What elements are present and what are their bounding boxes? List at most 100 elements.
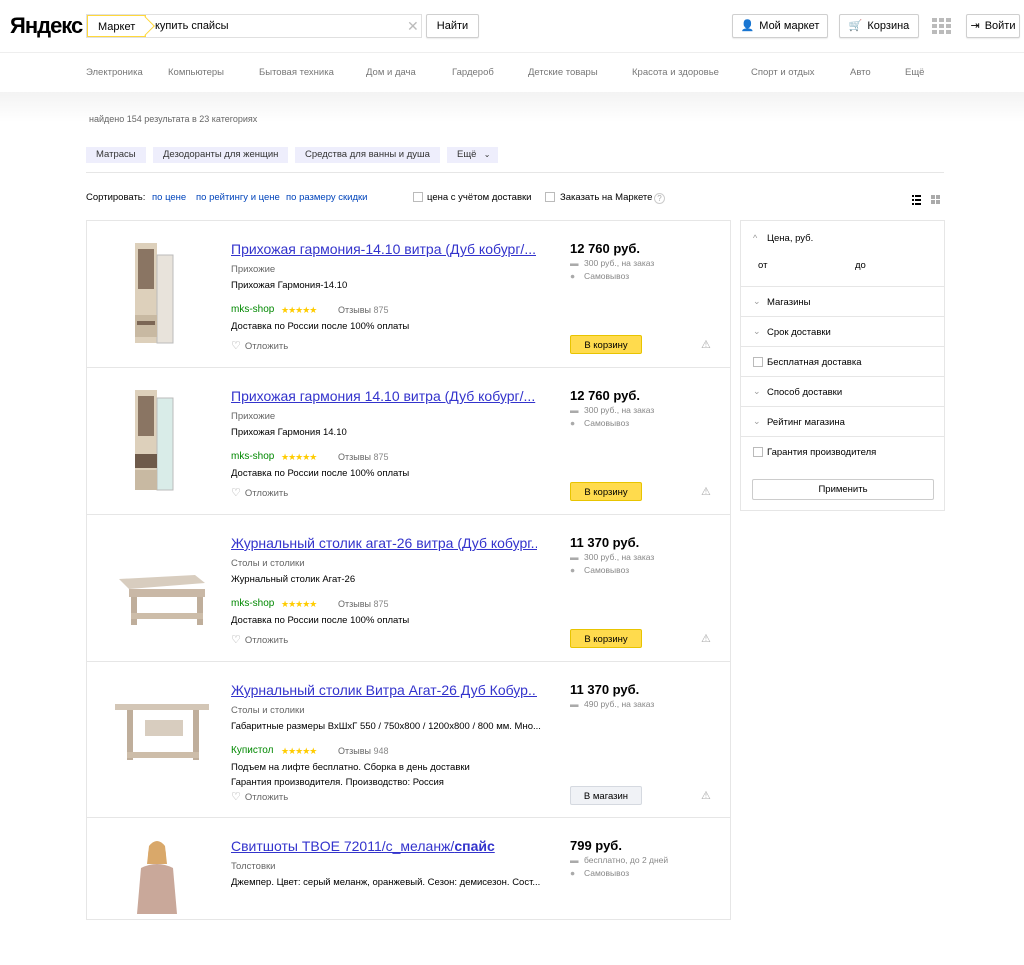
services-grid-icon[interactable] xyxy=(932,18,952,34)
pickup-text: Самовывоз xyxy=(584,565,630,575)
product-price: 11 370 руб. xyxy=(570,682,640,697)
product-image[interactable] xyxy=(105,384,215,500)
product-category: Столы и столики xyxy=(231,705,305,716)
nav-item[interactable]: Детские товары xyxy=(528,67,598,78)
delivery-method-label: Способ доставки xyxy=(767,387,843,398)
shops-filter[interactable]: ⌄ Магазины xyxy=(741,287,944,317)
reviews-link[interactable]: Отзывы 875 xyxy=(338,599,389,609)
product-title-link[interactable]: Журнальный столик Витра Агат-26 Дуб Кобу… xyxy=(231,682,537,698)
pickup-text: Самовывоз xyxy=(584,868,630,878)
heart-icon: ♡ xyxy=(231,791,241,803)
sort-by-discount[interactable]: по размеру скидки xyxy=(286,192,367,203)
shop-link[interactable]: mks-shop xyxy=(231,598,274,609)
go-to-shop-button[interactable]: В магазин xyxy=(570,786,642,805)
category-chip[interactable]: Средства для ванны и душа xyxy=(295,147,440,163)
order-on-market-checkbox[interactable] xyxy=(545,192,555,202)
clear-search-icon[interactable]: ✕ xyxy=(407,18,419,34)
shipping-cost-text: бесплатно, до 2 дней xyxy=(584,855,669,865)
shop-link[interactable]: Купистол xyxy=(231,745,273,756)
free-delivery-filter[interactable]: Бесплатная доставка xyxy=(741,347,944,377)
product-title-link[interactable]: Прихожая гармония-14.10 витра (Дуб кобур… xyxy=(231,241,537,257)
delivery-info: Доставка по России после 100% оплаты xyxy=(231,321,410,332)
product-image[interactable] xyxy=(105,531,215,647)
search-input[interactable]: купить спайсы xyxy=(155,15,229,37)
product-image[interactable] xyxy=(105,678,215,794)
category-nav: Электроника Компьютеры Бытовая техника Д… xyxy=(0,52,1024,92)
report-warning-icon[interactable]: ⚠ xyxy=(701,338,711,351)
warranty-filter[interactable]: Гарантия производителя xyxy=(741,437,944,467)
reviews-link[interactable]: Отзывы 948 xyxy=(338,746,389,756)
view-switch xyxy=(912,192,942,210)
with-delivery-checkbox[interactable] xyxy=(413,192,423,202)
find-button[interactable]: Найти xyxy=(426,14,479,38)
nav-item[interactable]: Компьютеры xyxy=(168,67,224,78)
nav-item[interactable]: Бытовая техника xyxy=(259,67,334,78)
shop-rating-filter[interactable]: ⌄ Рейтинг магазина xyxy=(741,407,944,437)
pickup-info: ● Самовывоз xyxy=(570,418,629,428)
my-market-button[interactable]: 👤 Мой маркет xyxy=(732,14,828,38)
nav-item[interactable]: Красота и здоровье xyxy=(632,67,719,78)
login-button[interactable]: ⇥ Войти xyxy=(966,14,1020,38)
category-chip[interactable]: Дезодоранты для женщин xyxy=(153,147,289,163)
sort-by-price[interactable]: по цене xyxy=(152,192,186,203)
product-price: 11 370 руб. xyxy=(570,535,640,550)
apply-filters-button[interactable]: Применить xyxy=(752,479,934,500)
postpone-button[interactable]: ♡ Отложить xyxy=(231,633,288,646)
report-warning-icon[interactable]: ⚠ xyxy=(701,485,711,498)
sort-by-rating[interactable]: по рейтингу и цене xyxy=(196,192,280,203)
cart-label: Корзина xyxy=(867,20,910,32)
search-box[interactable]: Маркет купить спайсы ✕ xyxy=(86,14,422,38)
product-title-link[interactable]: Прихожая гармония 14.10 витра (Дуб кобур… xyxy=(231,388,537,404)
nav-item[interactable]: Гардероб xyxy=(452,67,494,78)
add-to-cart-button[interactable]: В корзину xyxy=(570,335,642,354)
product-title-link[interactable]: Свитшоты TBOE 72011/с_меланж/спайс xyxy=(231,838,537,854)
product-title-text: Свитшоты TBOE 72011/с_меланж/ xyxy=(231,838,455,854)
cart-button[interactable]: 🛒 Корзина xyxy=(839,14,919,38)
help-icon[interactable]: ? xyxy=(654,193,665,204)
yandex-logo[interactable]: Яндекс xyxy=(10,13,83,39)
report-warning-icon[interactable]: ⚠ xyxy=(701,789,711,802)
list-view-icon[interactable] xyxy=(912,195,942,205)
add-to-cart-button[interactable]: В корзину xyxy=(570,629,642,648)
reviews-count: 875 xyxy=(373,305,389,315)
price-from-input[interactable]: от xyxy=(758,260,767,271)
warranty-info: Гарантия производителя. Производство: Ро… xyxy=(231,777,444,788)
postpone-button[interactable]: ♡ Отложить xyxy=(231,486,288,499)
report-warning-icon[interactable]: ⚠ xyxy=(701,632,711,645)
delivery-method-filter[interactable]: ⌄ Способ доставки xyxy=(741,377,944,407)
shipping-cost: ▬ 490 руб., на заказ xyxy=(570,699,654,709)
price-to-input[interactable]: до xyxy=(855,260,866,271)
add-to-cart-button[interactable]: В корзину xyxy=(570,482,642,501)
postpone-button[interactable]: ♡ Отложить xyxy=(231,790,288,803)
results-count: найдено 154 результата в 23 категориях xyxy=(89,114,258,124)
category-chip[interactable]: Матрасы xyxy=(86,147,146,163)
nav-item[interactable]: Ещё xyxy=(905,67,924,78)
category-chip-more[interactable]: Ещё ⌄ xyxy=(447,147,499,163)
postpone-button[interactable]: ♡ Отложить xyxy=(231,339,288,352)
product-image[interactable] xyxy=(105,237,215,353)
shop-link[interactable]: mks-shop xyxy=(231,304,274,315)
truck-icon: ▬ xyxy=(570,855,579,865)
delivery-time-filter[interactable]: ⌄ Срок доставки xyxy=(741,317,944,347)
free-delivery-checkbox[interactable] xyxy=(753,357,763,367)
product-image[interactable] xyxy=(105,834,215,950)
product-category: Прихожие xyxy=(231,264,276,275)
truck-icon: ▬ xyxy=(570,699,579,709)
reviews-link[interactable]: Отзывы 875 xyxy=(338,305,389,315)
warranty-checkbox[interactable] xyxy=(753,447,763,457)
chevron-up-icon[interactable]: ^ xyxy=(753,233,757,243)
chevron-down-icon: ⌄ xyxy=(753,386,761,396)
nav-item[interactable]: Дом и дача xyxy=(366,67,416,78)
delivery-info: Доставка по России после 100% оплаты xyxy=(231,615,410,626)
reviews-link[interactable]: Отзывы 875 xyxy=(338,452,389,462)
order-on-market-label: Заказать на Маркете xyxy=(560,192,653,203)
nav-item[interactable]: Электроника xyxy=(86,67,143,78)
my-market-label: Мой маркет xyxy=(759,20,820,32)
shop-link[interactable]: mks-shop xyxy=(231,451,274,462)
nav-item[interactable]: Авто xyxy=(850,67,871,78)
nav-item[interactable]: Спорт и отдых xyxy=(751,67,815,78)
location-pin-icon: ● xyxy=(570,868,576,878)
product-list: Прихожая гармония-14.10 витра (Дуб кобур… xyxy=(86,220,731,920)
product-category: Толстовки xyxy=(231,861,276,872)
product-title-link[interactable]: Журнальный столик агат-26 витра (Дуб коб… xyxy=(231,535,537,551)
